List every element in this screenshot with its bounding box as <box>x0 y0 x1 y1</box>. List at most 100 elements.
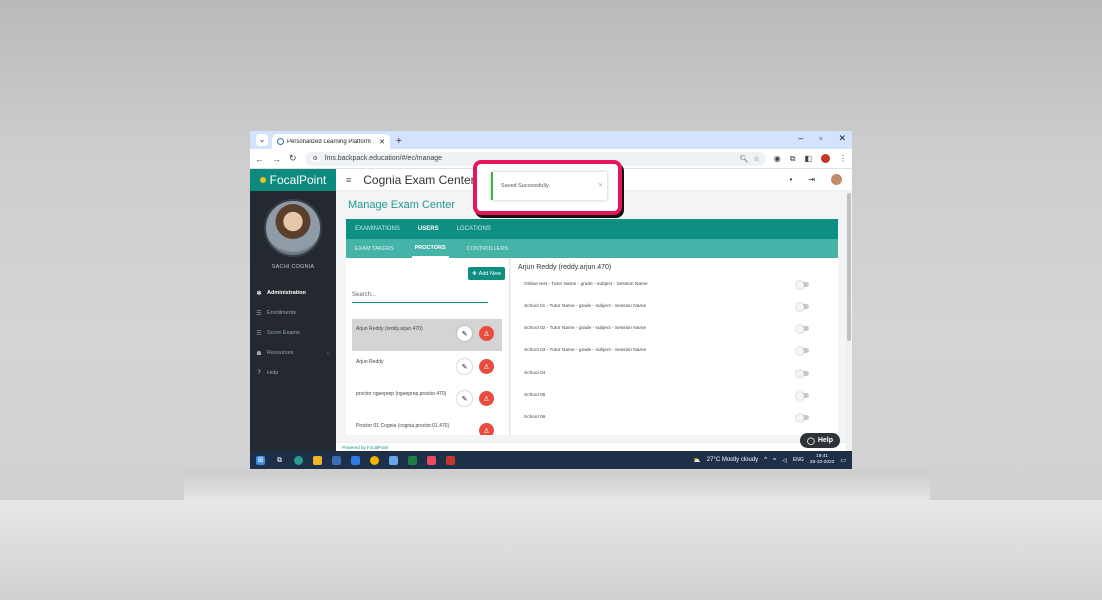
volume-icon[interactable]: ◁ <box>782 457 787 464</box>
reload-icon[interactable]: ↻ <box>289 153 297 164</box>
browser-actions: ◉ ⧉ ◧ ⋮ <box>774 154 847 164</box>
selected-proctor-heading: Arjun Reddy (reddy.arjun.470) <box>518 264 612 271</box>
edit-icon[interactable]: ✎ <box>457 359 472 374</box>
zoom-icon[interactable]: 🔍︎ <box>740 155 749 163</box>
session-row: School 03 - Tutor Name - grade - subject… <box>524 345 824 357</box>
windows-start-icon[interactable]: ⊞ <box>256 455 265 465</box>
edge-icon[interactable] <box>294 455 303 465</box>
list-item[interactable]: Proctor 01 Cognia (cognia.proctor.01.470… <box>352 416 502 435</box>
site-info-icon[interactable]: ⚙ <box>310 155 320 162</box>
clock[interactable]: 19:41 26-10-2023 <box>810 454 835 466</box>
new-tab-icon[interactable]: + <box>396 136 402 147</box>
sidepanel-icon[interactable]: ◧ <box>804 154 812 163</box>
toast-highlight: Saved Successfully. ✕ <box>473 160 622 215</box>
app-icon[interactable] <box>427 455 436 465</box>
edit-icon[interactable]: ✎ <box>457 391 472 406</box>
close-window-icon[interactable]: ✕ <box>838 133 846 144</box>
add-new-button[interactable]: ✚ Add New <box>468 267 505 280</box>
tab-locations[interactable]: LOCATIONS <box>457 226 491 232</box>
user-delete-icon[interactable]: ♙ <box>479 423 494 435</box>
restore-icon[interactable]: ▫ <box>819 133 822 144</box>
profile-avatar-icon[interactable] <box>821 154 830 163</box>
language-indicator[interactable]: ENG <box>793 457 804 463</box>
tab-close-icon[interactable]: ✕ <box>379 138 385 146</box>
session-toggle[interactable] <box>796 369 809 378</box>
session-toggle[interactable] <box>796 413 809 422</box>
extension-icon[interactable]: ◉ <box>774 154 781 163</box>
file-explorer-icon[interactable] <box>313 455 322 465</box>
store-icon[interactable] <box>332 455 341 465</box>
sidebar-item-score-exams[interactable]: ☰ Score Exams <box>250 323 336 343</box>
session-toggle[interactable] <box>796 280 809 289</box>
header-actions: • ⇥ <box>789 174 842 185</box>
page-title: Manage Exam Center <box>348 199 455 211</box>
session-toggle[interactable] <box>796 302 809 311</box>
tab-exam-takers[interactable]: EXAM TAKERS <box>355 246 394 252</box>
tab-examinations[interactable]: EXAMINATIONS <box>355 226 400 232</box>
proctor-name: proctor ngeeprep (ngeeprep.proctor.470) <box>356 391 447 397</box>
app-icon[interactable] <box>389 455 398 465</box>
user-avatar[interactable] <box>831 174 842 185</box>
scrollbar[interactable] <box>846 191 852 451</box>
mail-icon[interactable] <box>351 455 360 465</box>
puzzle-icon[interactable]: ⧉ <box>790 154 796 164</box>
toast-close-icon[interactable]: ✕ <box>598 182 603 189</box>
list-item[interactable]: Arjun Reddy ✎ ♙ <box>352 352 502 384</box>
notification-bell-icon[interactable]: • <box>789 175 792 184</box>
app-title: Cognia Exam Center <box>363 172 475 187</box>
sidebar-item-resources[interactable]: ☗ Resources ⌄ <box>250 343 336 363</box>
chrome-icon[interactable] <box>370 455 379 465</box>
back-icon[interactable]: ← <box>255 154 264 164</box>
sidebar: FocalPoint SACHI COGNIA ✲ Administration… <box>250 169 336 451</box>
wifi-icon[interactable]: ≈ <box>773 457 776 463</box>
session-label: School 03 - Tutor Name - grade - subject… <box>524 348 647 353</box>
user-delete-icon[interactable]: ♙ <box>479 391 494 406</box>
logout-icon[interactable]: ⇥ <box>808 175 815 184</box>
add-new-label: Add New <box>478 270 501 277</box>
plus-icon: ✚ <box>472 270 477 277</box>
secondary-tabs: EXAM TAKERS PROCTORS CONTROLLERS <box>346 239 838 258</box>
hamburger-icon[interactable]: ≡ <box>346 175 351 185</box>
app-icon[interactable] <box>446 455 455 465</box>
sidebar-item-administration[interactable]: ✲ Administration <box>250 283 336 303</box>
tab-users[interactable]: USERS <box>418 226 439 232</box>
session-toggle[interactable] <box>796 346 809 355</box>
footer[interactable]: Powered by FocalPoint <box>336 442 852 451</box>
tab-favicon-icon <box>277 138 284 145</box>
kebab-menu-icon[interactable]: ⋮ <box>839 154 847 163</box>
tab-search-icon[interactable]: ⌄ <box>256 134 268 146</box>
list-icon: ☰ <box>256 310 262 317</box>
tab-controllers[interactable]: CONTROLLERS <box>467 246 508 252</box>
minimize-icon[interactable]: – <box>798 133 803 144</box>
weather-text[interactable]: 27°C Mostly cloudy <box>707 457 758 463</box>
sidebar-menu: ✲ Administration ☰ Enrollments ☰ Score E… <box>250 283 336 383</box>
chat-bubble-icon: ◯ <box>806 437 815 445</box>
task-view-icon[interactable]: ⧉ <box>275 456 284 465</box>
excel-icon[interactable] <box>408 455 417 465</box>
edit-icon[interactable]: ✎ <box>457 326 472 341</box>
users-icon: ☗ <box>256 350 262 357</box>
session-label: School 05 <box>524 393 546 398</box>
session-row: School 05 <box>524 390 824 402</box>
session-toggle[interactable] <box>796 324 809 333</box>
search-input[interactable]: Search... <box>352 292 488 303</box>
notification-icon[interactable]: ▭ <box>840 457 846 464</box>
session-toggle[interactable] <box>796 391 809 400</box>
sidebar-item-enrollments[interactable]: ☰ Enrollments <box>250 303 336 323</box>
forward-icon[interactable]: → <box>272 154 281 164</box>
list-item[interactable]: proctor ngeeprep (ngeeprep.proctor.470) … <box>352 384 502 416</box>
sidebar-item-label: Help <box>267 370 279 376</box>
help-button[interactable]: ◯ Help <box>799 433 840 448</box>
tab-proctors[interactable]: PROCTORS <box>411 240 449 258</box>
session-row: School 01 - Tutor Name - grade - subject… <box>524 301 824 313</box>
brand-logo[interactable]: FocalPoint <box>250 169 336 191</box>
browser-tab[interactable]: Personalized Learning Platform ✕ <box>272 134 390 149</box>
user-delete-icon[interactable]: ♙ <box>479 326 494 341</box>
tray-chevron-icon[interactable]: ^ <box>764 457 767 463</box>
bookmark-star-icon[interactable]: ☆ <box>753 155 759 163</box>
user-delete-icon[interactable]: ♙ <box>479 359 494 374</box>
scrollbar-thumb[interactable] <box>847 193 851 341</box>
weather-icon: ⛅ <box>693 457 701 464</box>
sidebar-item-help[interactable]: ❓︎ Help <box>250 363 336 383</box>
list-item[interactable]: Arjun Reddy (reddy.arjun.470) ✎ ♙ <box>352 319 502 351</box>
